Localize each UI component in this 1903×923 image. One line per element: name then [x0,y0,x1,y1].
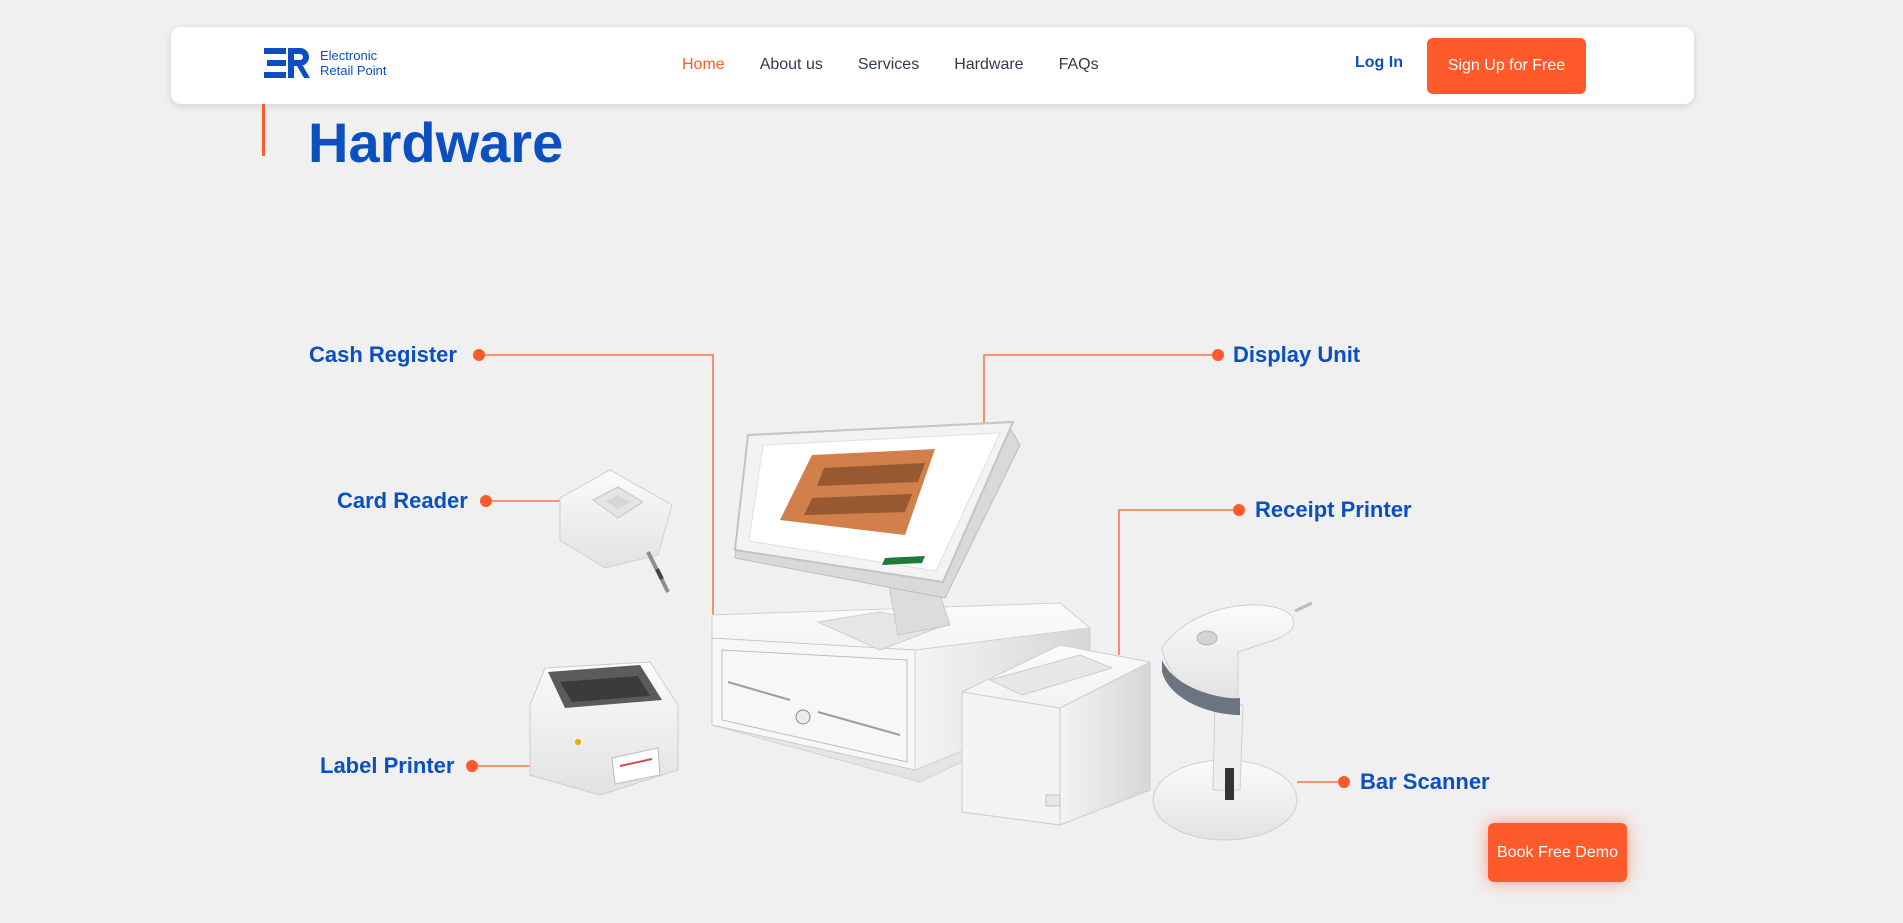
label-bar-scanner: Bar Scanner [1360,769,1490,794]
label-card-reader: Card Reader [337,488,468,513]
book-demo-button[interactable]: Book Free Demo [1488,823,1627,882]
label-label-printer: Label Printer [320,753,455,778]
bar-scanner-image [1152,601,1313,841]
label-cash-register: Cash Register [309,342,457,367]
label-receipt-printer: Receipt Printer [1255,497,1412,522]
label-display-unit: Display Unit [1233,342,1361,367]
card-reader-image [559,469,673,593]
hardware-diagram: Cash Register Display Unit Card Reader R… [309,342,1490,841]
label-printer-image [529,661,679,796]
